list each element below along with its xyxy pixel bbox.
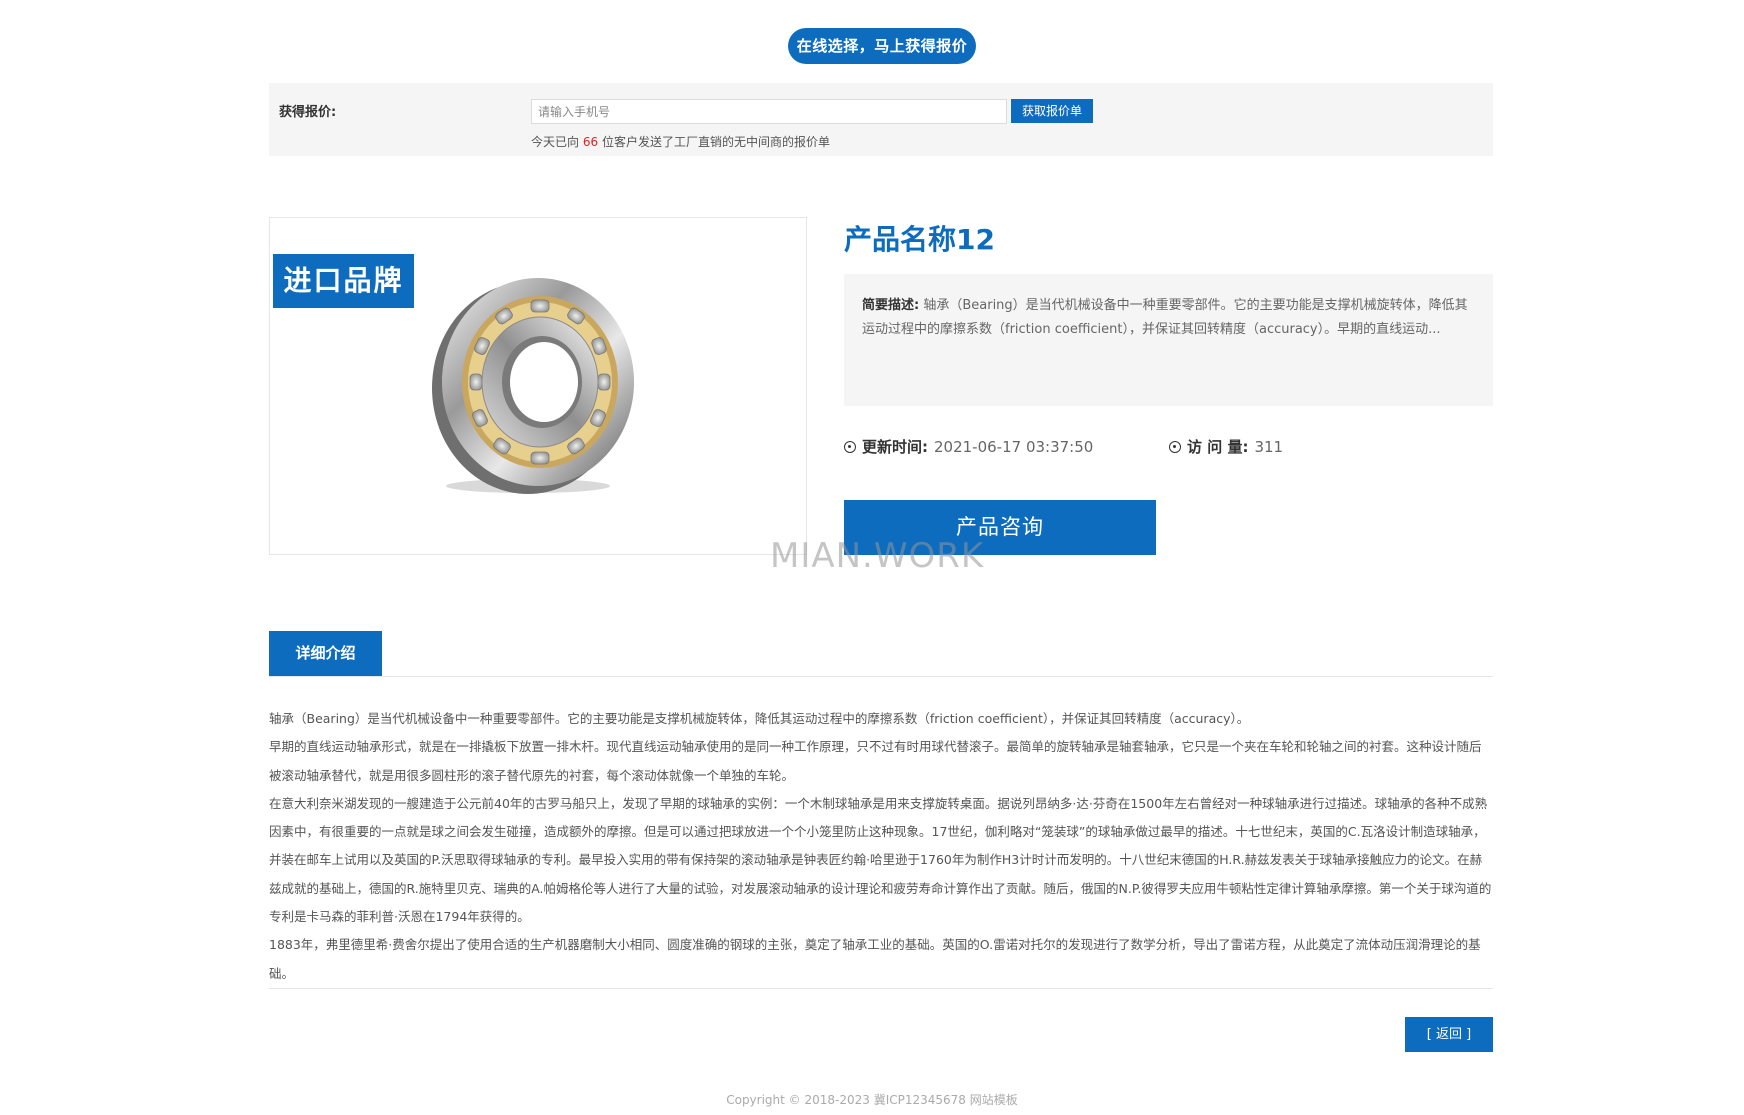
- quote-banner: 在线选择，马上获得报价: [788, 28, 976, 64]
- divider: [269, 676, 1493, 677]
- visit-count: 访 问 量: 311: [1169, 436, 1283, 457]
- clock-icon: [844, 440, 856, 453]
- visit-count-value: 311: [1254, 437, 1284, 456]
- detail-paragraph: 1883年，弗里德里希·费舍尔提出了使用合适的生产机器磨制大小相同、圆度准确的钢…: [269, 937, 1481, 981]
- watermark: MIAN.WORK: [770, 536, 985, 576]
- quote-note-after: 位客户发送了工厂直销的无中间商的报价单: [601, 135, 830, 149]
- update-time: 更新时间: 2021-06-17 03:37:50: [844, 436, 1093, 457]
- product-image-box: 进口品牌: [269, 217, 807, 555]
- tab-details[interactable]: 详细介绍: [269, 631, 382, 676]
- divider: [269, 988, 1493, 989]
- product-description: 简要描述: 轴承（Bearing）是当代机械设备中一种重要零部件。它的主要功能是…: [844, 274, 1493, 406]
- update-time-label: 更新时间:: [862, 438, 928, 456]
- detail-paragraph: 早期的直线运动轴承形式，就是在一排撬板下放置一排木杆。现代直线运动轴承使用的是同…: [269, 739, 1482, 783]
- description-label: 简要描述:: [862, 298, 920, 313]
- update-time-value: 2021-06-17 03:37:50: [934, 437, 1094, 456]
- bearing-image: [432, 278, 634, 494]
- eye-icon: [1169, 440, 1181, 453]
- customer-count: 66: [582, 135, 599, 149]
- brand-tag: 进口品牌: [273, 254, 414, 308]
- detail-content: 轴承（Bearing）是当代机械设备中一种重要零部件。它的主要功能是支撑机械旋转…: [269, 705, 1493, 988]
- visit-count-label: 访 问 量:: [1187, 438, 1249, 456]
- description-text: 轴承（Bearing）是当代机械设备中一种重要零部件。它的主要功能是支撑机械旋转…: [862, 298, 1468, 337]
- footer-copyright: Copyright © 2018-2023 冀ICP12345678 网站模板: [726, 1093, 1018, 1107]
- detail-paragraph: 在意大利奈米湖发现的一艘建造于公元前40年的古罗马船只上，发现了早期的球轴承的实…: [269, 795, 1492, 925]
- back-button[interactable]: [ 返回 ]: [1405, 1017, 1493, 1052]
- detail-paragraph: 轴承（Bearing）是当代机械设备中一种重要零部件。它的主要功能是支撑机械旋转…: [269, 711, 1250, 726]
- phone-input[interactable]: [531, 99, 1007, 124]
- quote-bar: 获得报价: 获取报价单 今天已向 66 位客户发送了工厂直销的无中间商的报价单: [269, 83, 1493, 156]
- quote-note: 今天已向 66 位客户发送了工厂直销的无中间商的报价单: [531, 133, 830, 150]
- product-title: 产品名称12: [844, 223, 995, 256]
- quote-label: 获得报价:: [279, 105, 337, 120]
- get-quote-button[interactable]: 获取报价单: [1011, 99, 1093, 123]
- quote-note-before: 今天已向: [531, 135, 580, 149]
